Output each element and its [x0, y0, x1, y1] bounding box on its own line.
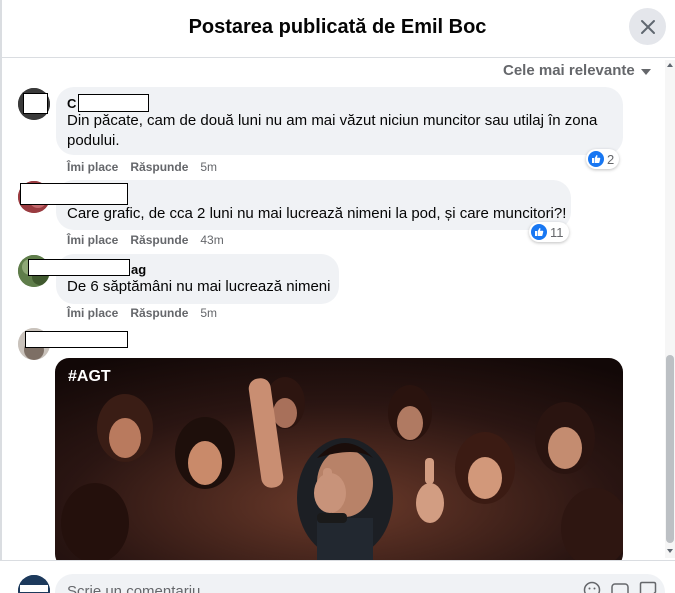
close-icon	[640, 19, 655, 34]
comment-text: De 6 săptămâni nu mai lucrează nimeni	[67, 277, 337, 297]
comment-actions: Îmi place Răspunde 5m	[67, 306, 217, 320]
reaction-count[interactable]: 11	[529, 222, 569, 242]
redaction-box	[20, 183, 128, 205]
gif-crowd-image	[55, 358, 623, 568]
reply-link[interactable]: Răspunde	[130, 233, 188, 247]
comment-text-line: Din păcate, cam de două luni nu am mai v…	[67, 112, 598, 129]
comment-input[interactable]: Scrie un comentariu...	[55, 574, 665, 593]
redaction-box	[23, 93, 48, 114]
dialog-left-border	[0, 0, 2, 593]
like-reaction-icon	[588, 151, 604, 167]
redaction-box	[28, 259, 130, 276]
dialog-title: Postarea publicată de Emil Boc	[188, 16, 487, 38]
like-link[interactable]: Îmi place	[67, 306, 118, 320]
like-link[interactable]: Îmi place	[67, 233, 118, 247]
scrollbar-thumb[interactable]	[666, 355, 674, 543]
scroll-up-icon[interactable]	[667, 63, 673, 67]
reaction-count-number: 2	[607, 151, 615, 167]
comment-author[interactable]: ag	[131, 262, 146, 277]
gif-tag-label: #AGT	[68, 368, 111, 385]
comment-actions: Îmi place Răspunde 43m	[67, 233, 224, 247]
caret-down-icon	[640, 68, 651, 75]
comment-text: Care grafic, de cca 2 luni nu mai lucrea…	[67, 204, 567, 224]
dialog-header: Postarea publicată de Emil Boc	[0, 0, 675, 58]
reply-link[interactable]: Răspunde	[130, 160, 188, 174]
comment-text-line: Care grafic, de cca 2 luni nu mai lucrea…	[67, 205, 567, 222]
redaction-box	[78, 94, 149, 112]
sort-label: Cele mai relevante	[503, 62, 635, 79]
comment-text-line: podului.	[67, 132, 120, 149]
close-button[interactable]	[629, 8, 666, 45]
sort-dropdown[interactable]: Cele mai relevante	[503, 62, 651, 79]
scroll-down-icon[interactable]	[667, 549, 673, 553]
comment-author[interactable]: C	[67, 96, 76, 111]
comment-bubble: Care grafic, de cca 2 luni nu mai lucrea…	[56, 180, 571, 230]
like-link[interactable]: Îmi place	[67, 160, 118, 174]
sticker-icon[interactable]	[639, 581, 657, 593]
comment-timestamp[interactable]: 43m	[200, 233, 223, 247]
comment-timestamp[interactable]: 5m	[200, 306, 217, 320]
gif-icon[interactable]	[611, 581, 629, 593]
reaction-count-number: 11	[550, 224, 564, 240]
comment-text: Din păcate, cam de două luni nu am mai v…	[67, 111, 617, 151]
gif-attachment[interactable]: #AGT	[55, 358, 623, 568]
reaction-count[interactable]: 2	[586, 149, 620, 169]
comment-text-line: De 6 săptămâni nu mai lucrează nimeni	[67, 278, 331, 295]
comment-timestamp[interactable]: 5m	[200, 160, 217, 174]
emoji-icon[interactable]	[583, 581, 601, 593]
like-reaction-icon	[531, 224, 547, 240]
scrollbar[interactable]	[665, 60, 675, 558]
redaction-box	[25, 331, 128, 348]
comment-actions: Îmi place Răspunde 5m	[67, 160, 217, 174]
post-dialog: Postarea publicată de Emil Boc Cele mai …	[0, 0, 675, 593]
reply-link[interactable]: Răspunde	[130, 306, 188, 320]
comment-input-placeholder: Scrie un comentariu...	[67, 583, 213, 593]
